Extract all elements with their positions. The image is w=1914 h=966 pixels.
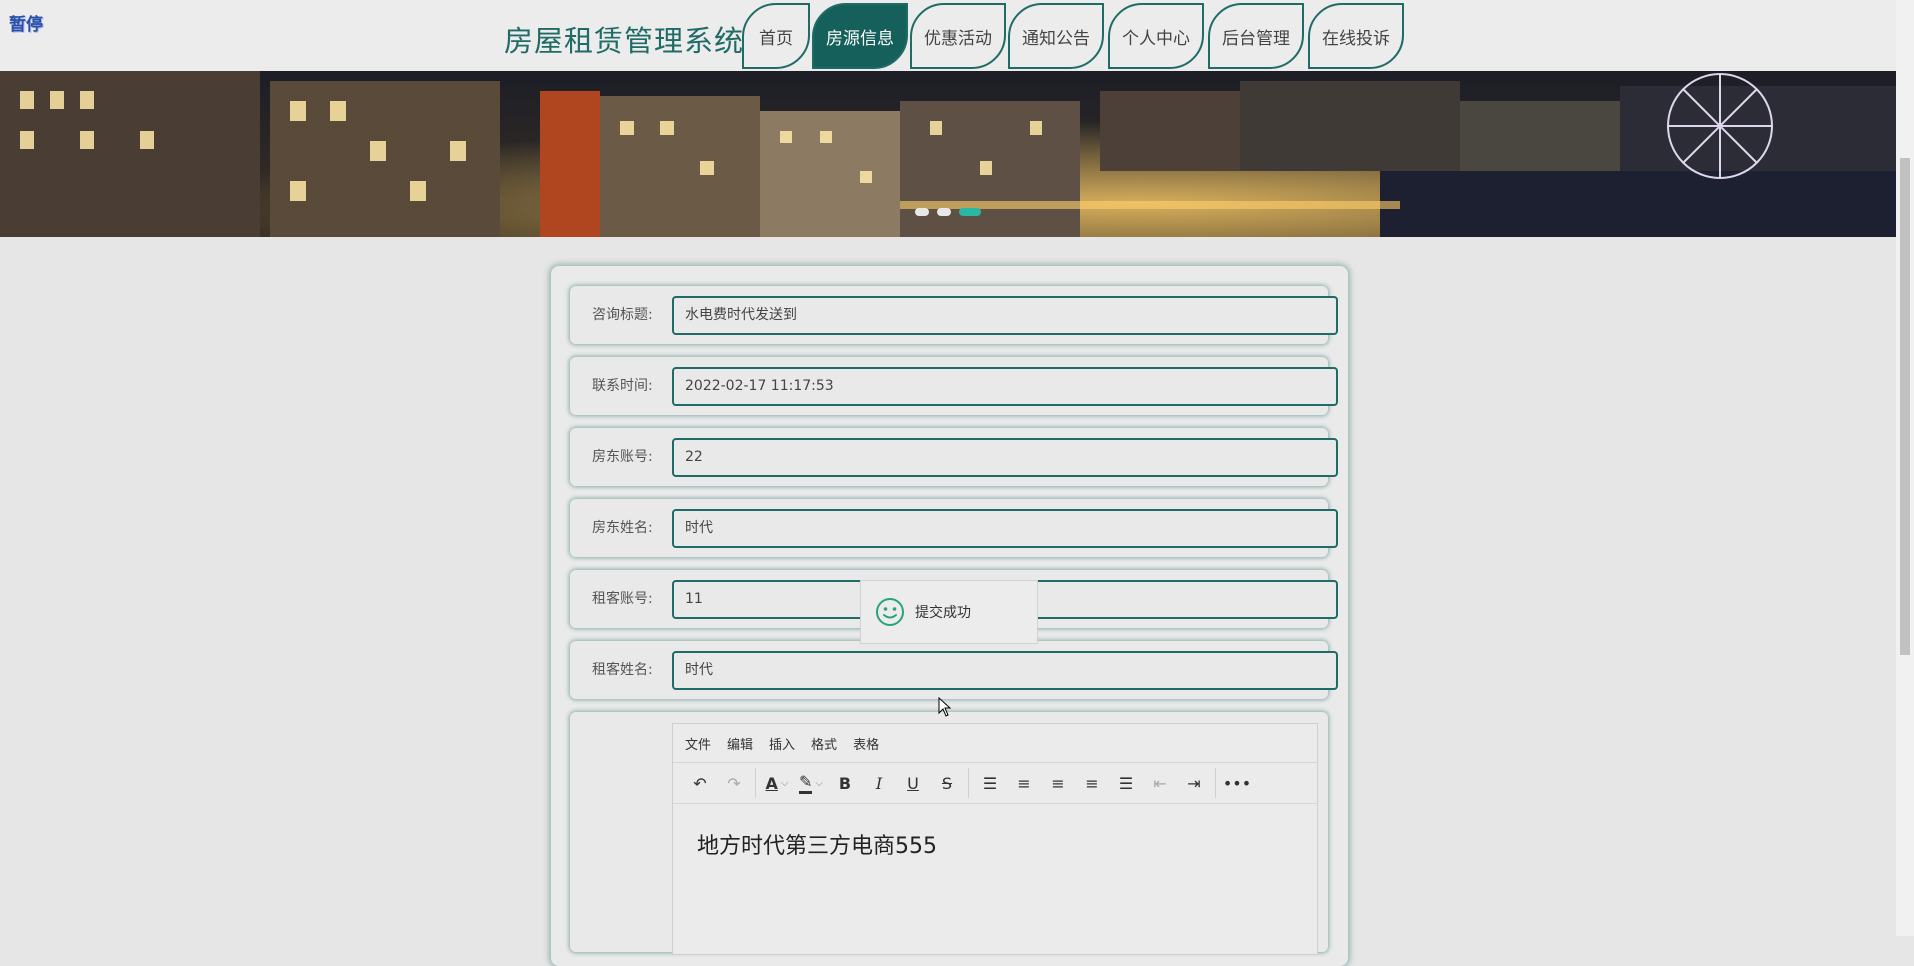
field-contact-time: 联系时间: 2022-02-17 11:17:53: [570, 357, 1338, 415]
nav-promotions[interactable]: 优惠活动: [910, 3, 1006, 69]
carousel-dot-2[interactable]: [937, 208, 951, 216]
field-landlord-account: 房东账号: 22: [570, 428, 1338, 486]
redo-icon[interactable]: ↷: [717, 768, 751, 798]
strikethrough-icon[interactable]: S: [930, 768, 964, 798]
nav-listings[interactable]: 房源信息: [812, 3, 908, 69]
nav-notices[interactable]: 通知公告: [1008, 3, 1104, 69]
highlight-color-icon[interactable]: ✎ ⌵: [794, 768, 828, 798]
field-label: 咨询标题:: [592, 307, 653, 323]
bold-icon[interactable]: B: [828, 768, 862, 798]
nav-complaints[interactable]: 在线投诉: [1308, 3, 1404, 69]
editor-menubar: 文件 编辑 插入 格式 表格: [673, 724, 1317, 763]
toolbar-divider: [1215, 768, 1216, 798]
menu-edit[interactable]: 编辑: [727, 734, 753, 753]
line-height-icon[interactable]: ☰: [973, 768, 1007, 798]
align-left-icon[interactable]: ≡: [1007, 768, 1041, 798]
indent-icon[interactable]: ⇥: [1177, 768, 1211, 798]
field-content: 文件 编辑 插入 格式 表格 ↶ ↷ A ⌵ ✎ ⌵ B I U S ☰ ≡ ≡ ≡…: [570, 712, 1328, 955]
align-center-icon[interactable]: ≡: [1041, 768, 1075, 798]
field-landlord-name: 房东姓名: 时代: [570, 499, 1338, 557]
align-justify-icon[interactable]: ☰: [1109, 768, 1143, 798]
align-right-icon[interactable]: ≡: [1075, 768, 1109, 798]
page-scrollbar[interactable]: [1896, 0, 1914, 936]
success-toast: 提交成功: [860, 580, 1038, 644]
underline-icon[interactable]: U: [896, 768, 930, 798]
field-label: 租客姓名:: [592, 662, 653, 678]
text-color-icon[interactable]: A ⌵: [760, 768, 794, 798]
editor-toolbar: ↶ ↷ A ⌵ ✎ ⌵ B I U S ☰ ≡ ≡ ≡ ☰ ⇤ ⇥ •••: [673, 763, 1317, 804]
nav-profile[interactable]: 个人中心: [1108, 3, 1204, 69]
more-icon[interactable]: •••: [1220, 768, 1254, 798]
site-title: 房屋租赁管理系统: [504, 24, 745, 58]
toolbar-divider: [968, 768, 969, 798]
field-label: 联系时间:: [592, 378, 653, 394]
landlord-account-input[interactable]: 22: [672, 438, 1338, 477]
menu-table[interactable]: 表格: [853, 734, 879, 753]
undo-icon[interactable]: ↶: [683, 768, 717, 798]
carousel-dot-3[interactable]: [959, 208, 981, 216]
carousel-dots: [915, 208, 981, 216]
mouse-cursor-icon: [938, 697, 952, 717]
field-label: 租客账号:: [592, 591, 653, 607]
field-tenant-name: 租客姓名: 时代: [570, 641, 1338, 699]
rich-text-editor: 文件 编辑 插入 格式 表格 ↶ ↷ A ⌵ ✎ ⌵ B I U S ☰ ≡ ≡ ≡…: [672, 723, 1318, 955]
carousel-dot-1[interactable]: [915, 208, 929, 216]
outdent-icon[interactable]: ⇤: [1143, 768, 1177, 798]
toolbar-divider: [755, 768, 756, 798]
menu-file[interactable]: 文件: [685, 734, 711, 753]
contact-time-input[interactable]: 2022-02-17 11:17:53: [672, 367, 1338, 406]
editor-content[interactable]: 地方时代第三方电商555: [673, 804, 1317, 884]
menu-insert[interactable]: 插入: [769, 734, 795, 753]
smile-icon: [876, 598, 904, 626]
title-input[interactable]: 水电费时代发送到: [672, 296, 1338, 335]
landlord-name-input[interactable]: 时代: [672, 509, 1338, 548]
scroll-thumb[interactable]: [1900, 158, 1910, 655]
field-title: 咨询标题: 水电费时代发送到: [570, 286, 1338, 344]
header: 暂停 房屋租赁管理系统 首页 房源信息 优惠活动 通知公告 个人中心 后台管理 …: [0, 0, 1896, 71]
nav-admin[interactable]: 后台管理: [1208, 3, 1304, 69]
tenant-name-input[interactable]: 时代: [672, 651, 1338, 690]
nav-home[interactable]: 首页: [742, 3, 810, 69]
field-label: 房东账号:: [592, 449, 653, 465]
pause-badge[interactable]: 暂停: [9, 10, 43, 35]
toast-message: 提交成功: [915, 605, 971, 621]
field-label: 房东姓名:: [592, 520, 653, 536]
menu-format[interactable]: 格式: [811, 734, 837, 753]
italic-icon[interactable]: I: [862, 768, 896, 798]
